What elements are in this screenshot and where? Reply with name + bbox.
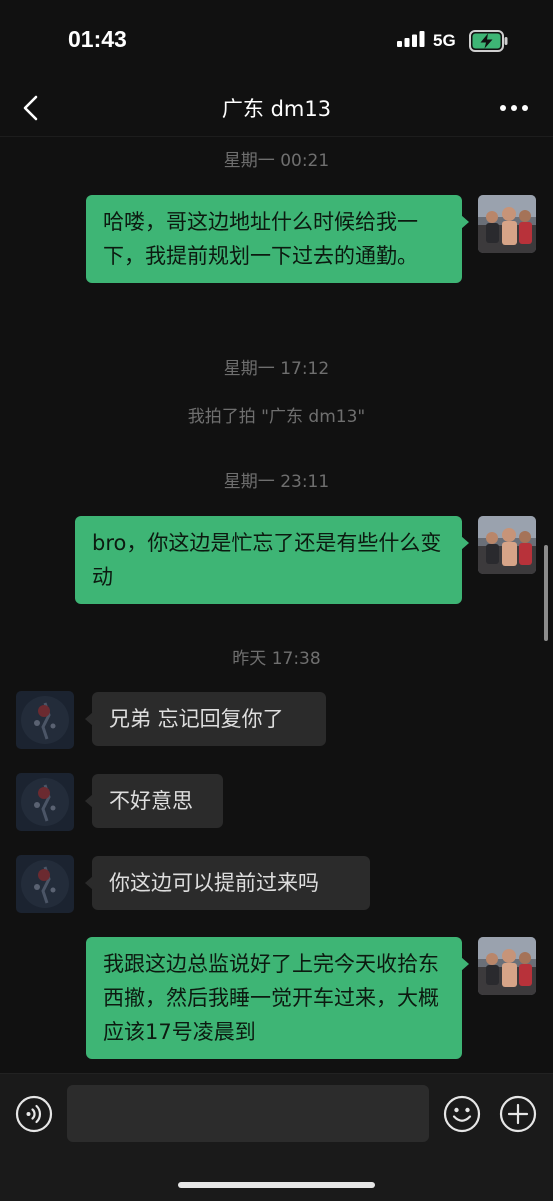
signal-icon <box>397 31 425 47</box>
plus-icon[interactable] <box>499 1095 537 1133</box>
my-avatar[interactable] <box>478 937 536 995</box>
input-bar <box>0 1073 553 1201</box>
scrollbar-thumb[interactable] <box>544 545 548 641</box>
chat-message-list[interactable]: 星期一 00:21 哈喽，哥这边地址什么时候给我一下，我提前规划一下过去的通勤。… <box>0 137 553 1073</box>
contact-avatar[interactable] <box>16 773 74 831</box>
network-type: 5G <box>433 31 456 50</box>
my-avatar[interactable] <box>478 516 536 574</box>
battery-charging-icon <box>469 30 508 52</box>
message-input[interactable] <box>67 1085 429 1142</box>
sent-message-bubble[interactable]: 哈喽，哥这边地址什么时候给我一下，我提前规划一下过去的通勤。 <box>86 195 469 283</box>
my-avatar[interactable] <box>478 195 536 253</box>
chat-header: 广东 dm13 <box>0 80 553 137</box>
contact-avatar[interactable] <box>16 691 74 749</box>
timestamp: 星期一 17:12 <box>223 359 330 379</box>
status-bar: 01:43 5G <box>0 0 553 80</box>
home-indicator <box>178 1182 375 1188</box>
status-time: 01:43 <box>68 26 127 52</box>
received-message-bubble[interactable]: 兄弟 忘记回复你了 <box>85 692 326 746</box>
sent-message-bubble[interactable]: bro，你这边是忙忘了还是有些什么变动 <box>75 516 469 604</box>
received-message-bubble[interactable]: 你这边可以提前过来吗 <box>85 856 370 910</box>
chat-title: 广东 dm13 <box>221 97 332 121</box>
emoji-icon[interactable] <box>443 1095 481 1133</box>
voice-icon[interactable] <box>15 1095 53 1133</box>
received-message-bubble[interactable]: 不好意思 <box>85 774 223 828</box>
system-notice: 我拍了拍 "广东 dm13" <box>187 407 366 427</box>
contact-avatar[interactable] <box>16 855 74 913</box>
sent-message-bubble[interactable]: 我跟这边总监说好了上完今天收拾东西撤，然后我睡一觉开车过来，大概应该17号凌晨到 <box>86 937 469 1059</box>
timestamp: 星期一 00:21 <box>223 151 330 171</box>
timestamp: 昨天 17:38 <box>232 649 321 669</box>
timestamp: 星期一 23:11 <box>223 472 330 492</box>
more-icon[interactable] <box>496 93 532 123</box>
